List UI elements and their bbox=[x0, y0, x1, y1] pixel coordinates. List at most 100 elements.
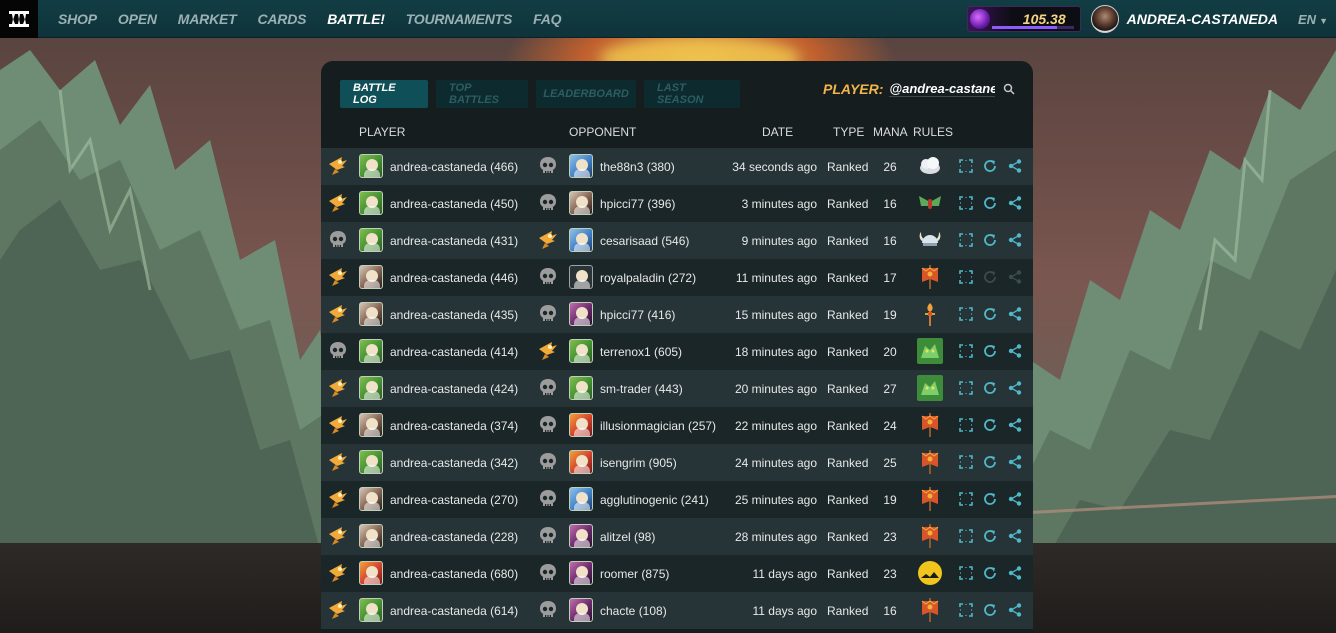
opponent-name[interactable]: terrenox1 (605) bbox=[600, 345, 682, 359]
opponent-summoner-avatar[interactable] bbox=[569, 339, 593, 363]
opponent-summoner-avatar[interactable] bbox=[569, 376, 593, 400]
player-name[interactable]: andrea-castaneda (270) bbox=[390, 493, 518, 507]
watch-battle-icon[interactable] bbox=[958, 417, 974, 433]
user-avatar[interactable] bbox=[1090, 5, 1119, 33]
replay-icon[interactable] bbox=[982, 602, 998, 618]
opponent-summoner-avatar[interactable] bbox=[569, 598, 593, 622]
player-name[interactable]: andrea-castaneda (450) bbox=[390, 197, 518, 211]
watch-battle-icon[interactable] bbox=[958, 195, 974, 211]
opponent-summoner-avatar[interactable] bbox=[569, 265, 593, 289]
share-icon[interactable] bbox=[1007, 565, 1023, 581]
player-name[interactable]: andrea-castaneda (614) bbox=[390, 604, 518, 618]
summoner-avatar[interactable] bbox=[359, 302, 383, 326]
nav-cards[interactable]: CARDS bbox=[257, 11, 306, 27]
player-name[interactable]: andrea-castaneda (414) bbox=[390, 345, 518, 359]
opponent-summoner-avatar[interactable] bbox=[569, 302, 593, 326]
share-icon[interactable] bbox=[1007, 158, 1023, 174]
opponent-summoner-avatar[interactable] bbox=[569, 228, 593, 252]
earth-beast-rule-icon[interactable] bbox=[917, 375, 943, 401]
opponent-name[interactable]: chacte (108) bbox=[600, 604, 667, 618]
watch-battle-icon[interactable] bbox=[958, 343, 974, 359]
watch-battle-icon[interactable] bbox=[958, 454, 974, 470]
viking-helmet-rule-icon[interactable] bbox=[917, 227, 943, 253]
share-icon[interactable] bbox=[1007, 232, 1023, 248]
opponent-name[interactable]: isengrim (905) bbox=[600, 456, 677, 470]
summoner-avatar[interactable] bbox=[359, 376, 383, 400]
player-search-input[interactable] bbox=[889, 81, 996, 97]
banner-rule-icon[interactable] bbox=[917, 597, 943, 623]
opponent-summoner-avatar[interactable] bbox=[569, 487, 593, 511]
share-icon[interactable] bbox=[1007, 343, 1023, 359]
player-name[interactable]: andrea-castaneda (680) bbox=[390, 567, 518, 581]
nav-battle[interactable]: BATTLE! bbox=[327, 11, 385, 27]
watch-battle-icon[interactable] bbox=[958, 269, 974, 285]
share-icon[interactable] bbox=[1007, 602, 1023, 618]
share-icon[interactable] bbox=[1007, 491, 1023, 507]
opponent-name[interactable]: the88n3 (380) bbox=[600, 160, 675, 174]
replay-icon[interactable] bbox=[982, 195, 998, 211]
summoner-avatar[interactable] bbox=[359, 487, 383, 511]
opponent-summoner-avatar[interactable] bbox=[569, 191, 593, 215]
replay-icon[interactable] bbox=[982, 343, 998, 359]
replay-icon[interactable] bbox=[982, 454, 998, 470]
banner-rule-icon[interactable] bbox=[917, 264, 943, 290]
banner-rule-icon[interactable] bbox=[917, 486, 943, 512]
wings-rule-icon[interactable] bbox=[917, 190, 943, 216]
share-icon[interactable] bbox=[1007, 454, 1023, 470]
player-name[interactable]: andrea-castaneda (446) bbox=[390, 271, 518, 285]
splinterlands-logo[interactable] bbox=[0, 0, 38, 38]
banner-rule-icon[interactable] bbox=[917, 523, 943, 549]
summoner-avatar[interactable] bbox=[359, 413, 383, 437]
share-icon[interactable] bbox=[1007, 380, 1023, 396]
player-name[interactable]: andrea-castaneda (374) bbox=[390, 419, 518, 433]
player-name[interactable]: andrea-castaneda (435) bbox=[390, 308, 518, 322]
earth-beast-rule-icon[interactable] bbox=[917, 338, 943, 364]
username[interactable]: ANDREA-CASTANEDA bbox=[1127, 11, 1278, 27]
watch-battle-icon[interactable] bbox=[958, 602, 974, 618]
replay-icon[interactable] bbox=[982, 232, 998, 248]
watch-battle-icon[interactable] bbox=[958, 491, 974, 507]
watch-battle-icon[interactable] bbox=[958, 158, 974, 174]
summoner-avatar[interactable] bbox=[359, 450, 383, 474]
opponent-summoner-avatar[interactable] bbox=[569, 450, 593, 474]
watch-battle-icon[interactable] bbox=[958, 565, 974, 581]
nav-market[interactable]: MARKET bbox=[178, 11, 237, 27]
tab-top-battles[interactable]: TOP BATTLES bbox=[436, 80, 528, 108]
replay-icon[interactable] bbox=[982, 417, 998, 433]
share-icon[interactable] bbox=[1007, 417, 1023, 433]
share-icon[interactable] bbox=[1007, 528, 1023, 544]
watch-battle-icon[interactable] bbox=[958, 380, 974, 396]
watch-battle-icon[interactable] bbox=[958, 306, 974, 322]
opponent-summoner-avatar[interactable] bbox=[569, 561, 593, 585]
player-name[interactable]: andrea-castaneda (228) bbox=[390, 530, 518, 544]
yellow-moon-rule-icon[interactable] bbox=[917, 560, 943, 586]
watch-battle-icon[interactable] bbox=[958, 232, 974, 248]
energy-balance[interactable]: 105.38 bbox=[966, 6, 1081, 32]
opponent-summoner-avatar[interactable] bbox=[569, 413, 593, 437]
player-name[interactable]: andrea-castaneda (431) bbox=[390, 234, 518, 248]
nav-faq[interactable]: FAQ bbox=[533, 11, 561, 27]
cloud-rule-icon[interactable] bbox=[917, 153, 943, 179]
banner-rule-icon[interactable] bbox=[917, 449, 943, 475]
summoner-avatar[interactable] bbox=[359, 524, 383, 548]
summoner-avatar[interactable] bbox=[359, 228, 383, 252]
banner-rule-icon[interactable] bbox=[917, 412, 943, 438]
share-icon[interactable] bbox=[1007, 306, 1023, 322]
summoner-avatar[interactable] bbox=[359, 598, 383, 622]
player-name[interactable]: andrea-castaneda (342) bbox=[390, 456, 518, 470]
replay-icon[interactable] bbox=[982, 491, 998, 507]
watch-battle-icon[interactable] bbox=[958, 528, 974, 544]
tab-battle-log[interactable]: BATTLE LOG bbox=[340, 80, 428, 108]
opponent-name[interactable]: cesarisaad (546) bbox=[600, 234, 689, 248]
tab-last-season[interactable]: LAST SEASON bbox=[644, 80, 740, 108]
player-name[interactable]: andrea-castaneda (466) bbox=[390, 160, 518, 174]
nav-shop[interactable]: SHOP bbox=[58, 11, 97, 27]
opponent-name[interactable]: hpicci77 (416) bbox=[600, 308, 675, 322]
replay-icon[interactable] bbox=[982, 565, 998, 581]
nav-tournaments[interactable]: TOURNAMENTS bbox=[406, 11, 513, 27]
opponent-name[interactable]: royalpaladin (272) bbox=[600, 271, 696, 285]
opponent-name[interactable]: hpicci77 (396) bbox=[600, 197, 675, 211]
opponent-name[interactable]: sm-trader (443) bbox=[600, 382, 683, 396]
replay-icon[interactable] bbox=[982, 380, 998, 396]
opponent-name[interactable]: illusionmagician (257) bbox=[600, 419, 716, 433]
